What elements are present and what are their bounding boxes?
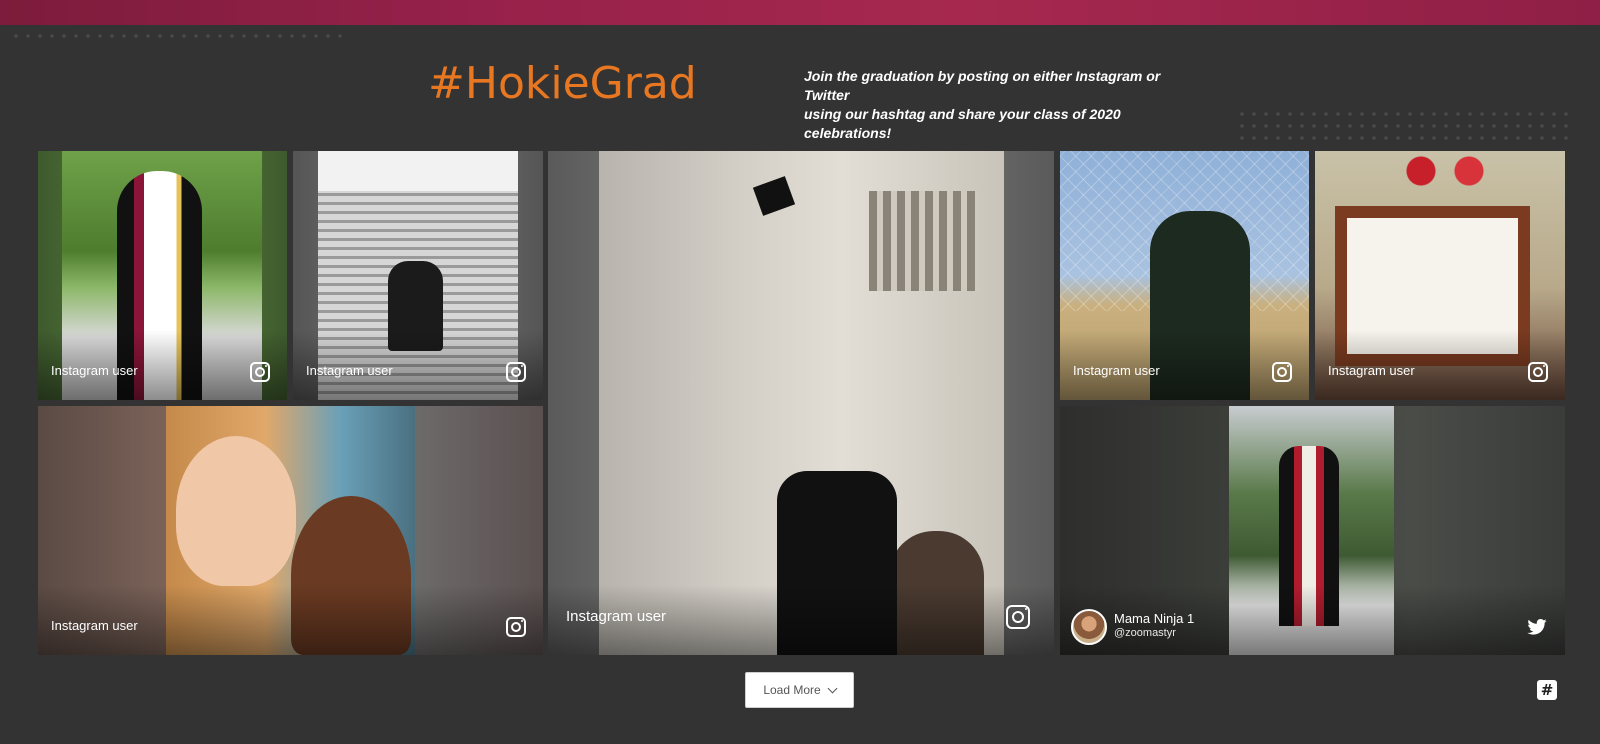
tagline-line-1: Join the graduation by posting on either… xyxy=(804,68,1161,103)
tagline-line-2: using our hashtag and share your class o… xyxy=(804,106,1121,141)
instagram-icon[interactable] xyxy=(1006,605,1030,629)
load-more-button[interactable]: Load More xyxy=(745,672,854,708)
window-tracery xyxy=(869,191,979,291)
post-tile[interactable]: Instagram user xyxy=(293,151,543,400)
hashtag-badge-icon[interactable]: # xyxy=(1537,680,1557,700)
post-tile-featured[interactable]: Instagram user xyxy=(548,151,1054,655)
graduation-cap xyxy=(752,176,796,216)
post-tile[interactable]: Instagram user xyxy=(38,406,543,655)
roses xyxy=(1385,151,1505,191)
hashtag-title: #HokieGrad xyxy=(428,58,697,109)
load-more-label: Load More xyxy=(763,683,821,697)
post-user-label: Instagram user xyxy=(566,608,667,625)
post-tile[interactable]: Instagram user xyxy=(1315,151,1565,400)
post-user-label: Instagram user xyxy=(51,618,138,633)
instagram-icon[interactable] xyxy=(506,362,526,382)
post-user-label: Instagram user xyxy=(306,363,393,378)
decorative-dots xyxy=(1236,108,1576,148)
post-user-label: Instagram user xyxy=(1328,363,1415,378)
avatar[interactable] xyxy=(1071,609,1107,645)
top-banner-band xyxy=(0,0,1600,25)
twitter-icon[interactable] xyxy=(1527,619,1547,635)
decorative-dots xyxy=(10,30,350,46)
sky-area xyxy=(318,151,518,191)
instagram-icon[interactable] xyxy=(506,617,526,637)
author-handle: @zoomastyr xyxy=(1114,627,1176,639)
post-tile[interactable]: Instagram user xyxy=(1060,151,1309,400)
author-name: Mama Ninja 1 xyxy=(1114,611,1195,626)
instagram-icon[interactable] xyxy=(250,362,270,382)
post-tile[interactable]: Instagram user xyxy=(38,151,287,400)
face xyxy=(176,436,296,586)
post-user-label: Instagram user xyxy=(1073,363,1160,378)
instagram-icon[interactable] xyxy=(1272,362,1292,382)
chevron-down-icon xyxy=(827,683,838,693)
post-user-label: Instagram user xyxy=(51,363,138,378)
instagram-icon[interactable] xyxy=(1528,362,1548,382)
tagline: Join the graduation by posting on either… xyxy=(804,67,1184,143)
post-photo xyxy=(599,151,1004,655)
post-tile[interactable]: Mama Ninja 1 @zoomastyr xyxy=(1060,406,1565,655)
